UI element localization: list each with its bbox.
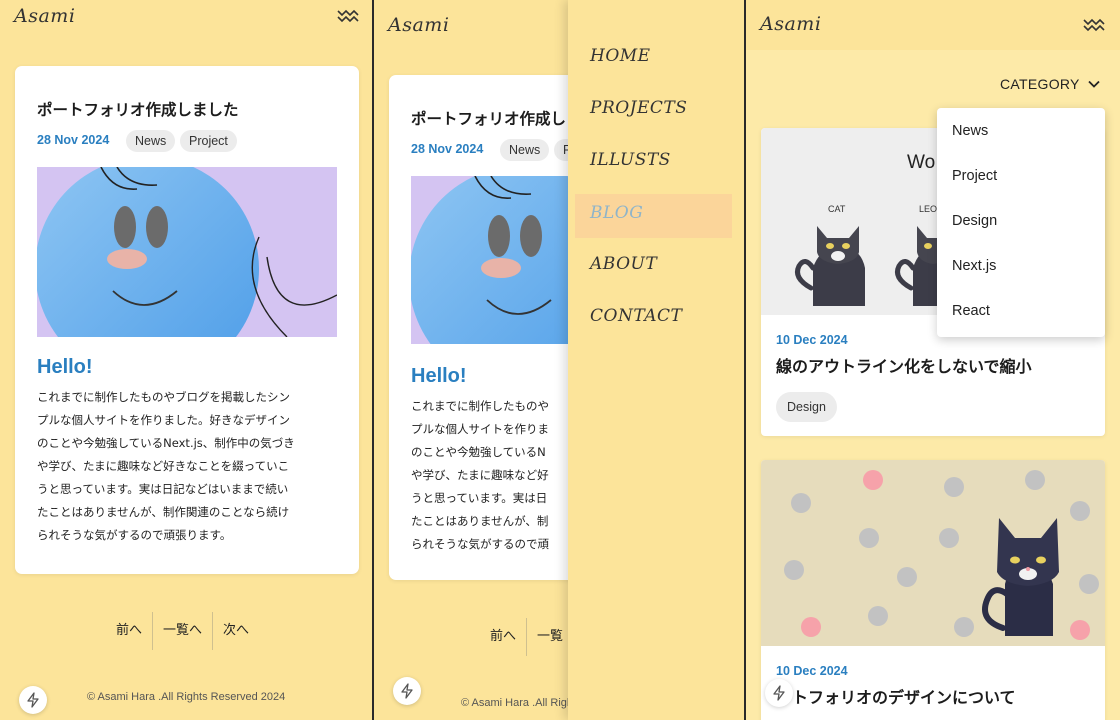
- hero-illustration: [37, 167, 337, 337]
- article-body-line: のことや今勉強しているN: [411, 445, 546, 459]
- article-title: ポートフォリオ作成しました: [37, 101, 239, 119]
- tag-project[interactable]: Project: [180, 130, 237, 152]
- article-body-line: これまでに制作したものやブログを掲載したシン: [37, 390, 290, 404]
- article-body-line: られそうな気がするので頑: [411, 537, 549, 551]
- article-card: ポートフォリオ作成しました 28 Nov 2024 News Project H…: [15, 66, 359, 574]
- next-link[interactable]: 次へ: [213, 612, 259, 650]
- category-option-design[interactable]: Design: [952, 213, 997, 229]
- pagination: 前へ 一覧へ 次へ: [106, 612, 259, 650]
- tag-news[interactable]: News: [126, 130, 176, 152]
- nav-item-illusts[interactable]: ILLUSTS: [590, 150, 671, 170]
- tag-news[interactable]: News: [500, 139, 550, 161]
- article-body-line: プルな個人サイトを作りま: [411, 422, 549, 436]
- article-body-line: うと思っています。実は日記などはいままで続い: [37, 482, 289, 496]
- post-title[interactable]: ートフォリオのデザインについて: [776, 684, 1016, 708]
- post-tag[interactable]: Design: [776, 392, 837, 422]
- prev-link[interactable]: 前へ: [480, 618, 526, 656]
- site-logo[interactable]: Asami: [760, 13, 821, 35]
- category-label: CATEGORY: [1000, 76, 1080, 92]
- article-body-line: プルな個人サイトを作りました。好きなデザイン: [37, 413, 290, 427]
- article-body: これまでに制作したものやブログを掲載したシン プルな個人サイトを作りました。好き…: [37, 386, 295, 547]
- category-option-news[interactable]: News: [952, 123, 988, 139]
- article-body-line: のことや今勉強しているNext.js、制作中の気づき: [37, 436, 295, 450]
- article-heading: Hello!: [411, 365, 467, 387]
- post-title[interactable]: 線のアウトライン化をしないで縮小: [776, 353, 1032, 377]
- prev-link[interactable]: 前へ: [106, 612, 152, 650]
- article-date: 28 Nov 2024: [37, 133, 110, 147]
- nav-item-about[interactable]: ABOUT: [590, 254, 657, 274]
- category-option-react[interactable]: React: [952, 303, 990, 319]
- nav-item-home[interactable]: HOME: [590, 46, 651, 66]
- sitting-cat-figure: [982, 518, 1059, 636]
- article-body-line: これまでに制作したものや: [411, 399, 549, 413]
- list-link[interactable]: 一覧へ: [153, 612, 212, 650]
- post-date: 10 Dec 2024: [776, 664, 848, 678]
- zigzag-menu-icon[interactable]: [1083, 18, 1105, 32]
- article-body-line: たことはありませんが、制作関連のことなら続け: [37, 505, 290, 519]
- category-menu: News Project Design Next.js React: [937, 108, 1105, 337]
- lightning-bolt-icon[interactable]: [393, 677, 421, 705]
- thumbnail-text: Wo: [907, 152, 935, 173]
- footer-copyright: © Asami Hara .All Rights Reserved 2024: [87, 691, 286, 703]
- nav-item-contact[interactable]: CONTACT: [590, 306, 682, 326]
- nav-drawer: HOME PROJECTS ILLUSTS BLOG ABOUT CONTACT: [568, 0, 744, 720]
- blog-post-card[interactable]: 10 Dec 2024 ートフォリオのデザインについて: [761, 460, 1105, 720]
- panel-article-view: Asami ポートフォリオ作成しました 28 Nov 2024 News Pro…: [0, 0, 373, 720]
- cat-label: CAT: [828, 204, 846, 214]
- lightning-bolt-icon[interactable]: [19, 686, 47, 714]
- article-body-line: や学び、たまに趣味など好きなことを綴っていこ: [37, 459, 290, 473]
- cat-figure: [795, 226, 865, 306]
- category-option-project[interactable]: Project: [952, 168, 997, 184]
- cat-dots-illustration: [784, 470, 1099, 640]
- leo-label: LEO: [919, 204, 937, 214]
- post-thumbnail: [761, 460, 1105, 646]
- article-body-line: られそうな気がするので頑張ります。: [37, 528, 232, 542]
- post-date: 10 Dec 2024: [776, 333, 848, 347]
- lightning-bolt-icon[interactable]: [765, 679, 793, 707]
- pagination: 前へ 一覧: [480, 618, 573, 656]
- zigzag-menu-icon[interactable]: [337, 9, 359, 23]
- article-hero-image: [37, 167, 337, 337]
- chevron-down-icon: [1088, 80, 1100, 88]
- category-option-nextjs[interactable]: Next.js: [952, 258, 996, 274]
- site-logo[interactable]: Asami: [14, 5, 75, 27]
- article-heading: Hello!: [37, 356, 93, 378]
- article-body-line: や学び、たまに趣味など好: [411, 468, 549, 482]
- article-date: 28 Nov 2024: [411, 142, 484, 156]
- site-logo[interactable]: Asami: [388, 14, 449, 36]
- article-title: ポートフォリオ作成し: [411, 110, 567, 128]
- nav-item-blog[interactable]: BLOG: [590, 203, 643, 223]
- list-link[interactable]: 一覧: [527, 618, 573, 656]
- article-body: これまでに制作したものや プルな個人サイトを作りま のことや今勉強しているN や…: [411, 395, 549, 556]
- article-body-line: たことはありませんが、制: [411, 514, 549, 528]
- article-body-line: うと思っています。実は日: [411, 491, 548, 505]
- category-dropdown-button[interactable]: CATEGORY: [1000, 76, 1100, 92]
- nav-item-projects[interactable]: PROJECTS: [590, 98, 687, 118]
